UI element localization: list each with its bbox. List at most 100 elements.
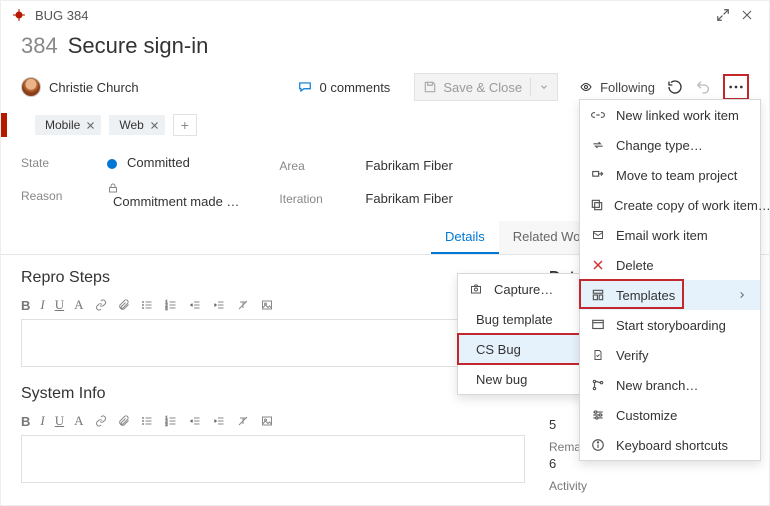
save-close-button[interactable]: Save & Close [414, 73, 558, 101]
work-item-id: 384 [21, 33, 58, 59]
menu-delete[interactable]: Delete [580, 250, 760, 280]
chevron-right-icon [738, 290, 746, 300]
system-info-editor[interactable] [21, 435, 525, 483]
info-icon [590, 438, 606, 452]
comments-count: 0 [319, 80, 326, 95]
outdent-icon[interactable] [188, 299, 202, 311]
italic-icon[interactable]: I [40, 413, 44, 429]
undo-button[interactable] [695, 79, 711, 95]
clear-format-icon[interactable] [236, 299, 250, 311]
work-item-title[interactable]: Secure sign-in [68, 33, 209, 59]
menu-new-linked[interactable]: New linked work item [580, 100, 760, 130]
menu-bug-template[interactable]: Bug template [458, 304, 586, 334]
area-label: Area [279, 159, 349, 173]
eye-icon [578, 81, 594, 93]
chevron-down-icon[interactable] [539, 82, 549, 92]
iteration-field[interactable]: Fabrikam Fiber [365, 191, 452, 206]
rich-text-toolbar[interactable]: B I U A 123 [21, 411, 525, 435]
reason-field[interactable]: Commitment made … [107, 182, 239, 209]
menu-customize[interactable]: Customize [580, 400, 760, 430]
iteration-label: Iteration [279, 192, 349, 206]
bug-icon [11, 7, 27, 23]
refresh-button[interactable] [667, 79, 683, 95]
underline-icon[interactable]: U [55, 297, 64, 313]
close-icon[interactable] [735, 3, 759, 27]
tag-web[interactable]: Web [109, 115, 164, 135]
camera-icon [468, 283, 484, 295]
indent-icon[interactable] [212, 299, 226, 311]
bold-icon[interactable]: B [21, 298, 30, 313]
save-icon [423, 80, 437, 94]
clear-format-icon[interactable] [236, 415, 250, 427]
section-system-info: System Info [21, 385, 525, 403]
font-icon[interactable]: A [74, 413, 83, 429]
expand-icon[interactable] [711, 3, 735, 27]
assigned-to[interactable]: Christie Church [49, 80, 139, 95]
activity-label: Activity [549, 479, 749, 493]
tag-remove-icon[interactable] [150, 121, 159, 130]
link-icon[interactable] [94, 299, 108, 311]
menu-move[interactable]: Move to team project [580, 160, 760, 190]
indent-icon[interactable] [212, 415, 226, 427]
delete-icon [590, 259, 606, 271]
image-icon[interactable] [260, 415, 274, 427]
tag-label: Web [119, 118, 143, 132]
menu-email[interactable]: Email work item [580, 220, 760, 250]
underline-icon[interactable]: U [55, 413, 64, 429]
font-icon[interactable]: A [74, 297, 83, 313]
reason-label: Reason [21, 189, 91, 203]
area-field[interactable]: Fabrikam Fiber [365, 158, 452, 173]
repro-steps-editor[interactable] [21, 319, 525, 367]
menu-create-copy[interactable]: Create copy of work item… [580, 190, 760, 220]
menu-new-branch[interactable]: New branch… [580, 370, 760, 400]
section-repro-steps: Repro Steps [21, 269, 525, 287]
menu-change-type[interactable]: Change type… [580, 130, 760, 160]
tab-details[interactable]: Details [431, 221, 499, 254]
image-icon[interactable] [260, 299, 274, 311]
state-dot-icon [107, 159, 117, 169]
link-icon[interactable] [94, 415, 108, 427]
bold-icon[interactable]: B [21, 414, 30, 429]
change-type-icon [590, 138, 606, 152]
menu-storyboard[interactable]: Start storyboarding [580, 310, 760, 340]
attachment-icon[interactable] [118, 298, 130, 312]
more-actions-menu: New linked work item Change type… Move t… [579, 99, 761, 461]
menu-capture[interactable]: Capture… [458, 274, 586, 304]
menu-verify[interactable]: Verify [580, 340, 760, 370]
state-field[interactable]: Committed [107, 155, 239, 170]
work-item-color-accent [1, 113, 7, 137]
numbered-list-icon[interactable]: 123 [164, 415, 178, 427]
save-close-label: Save & Close [443, 80, 522, 95]
numbered-list-icon[interactable]: 123 [164, 299, 178, 311]
rich-text-toolbar[interactable]: B I U A 123 [21, 295, 525, 319]
link-plus-icon [590, 108, 606, 122]
menu-new-bug[interactable]: New bug [458, 364, 586, 394]
more-actions-button[interactable] [723, 74, 749, 100]
template-icon [590, 288, 606, 302]
menu-templates[interactable]: Templates [580, 280, 760, 310]
tag-mobile[interactable]: Mobile [35, 115, 101, 135]
menu-shortcuts[interactable]: Keyboard shortcuts [580, 430, 760, 460]
lock-icon [107, 182, 239, 194]
comment-icon [297, 80, 313, 94]
attachment-icon[interactable] [118, 414, 130, 428]
tag-remove-icon[interactable] [86, 121, 95, 130]
follow-label: Following [600, 80, 655, 95]
titlebar-type-label: BUG [35, 8, 63, 23]
avatar[interactable] [21, 77, 41, 97]
titlebar-id: 384 [67, 8, 89, 23]
bullet-list-icon[interactable] [140, 299, 154, 311]
move-icon [590, 168, 606, 182]
bullet-list-icon[interactable] [140, 415, 154, 427]
follow-button[interactable]: Following [578, 80, 655, 95]
italic-icon[interactable]: I [40, 297, 44, 313]
tag-label: Mobile [45, 118, 80, 132]
outdent-icon[interactable] [188, 415, 202, 427]
state-label: State [21, 156, 91, 170]
email-icon [590, 229, 606, 241]
branch-icon [590, 378, 606, 392]
add-tag-button[interactable]: + [173, 114, 197, 136]
comments-button[interactable]: 0 comments [297, 80, 390, 95]
menu-cs-bug[interactable]: CS Bug [458, 334, 586, 364]
verify-icon [590, 348, 606, 362]
